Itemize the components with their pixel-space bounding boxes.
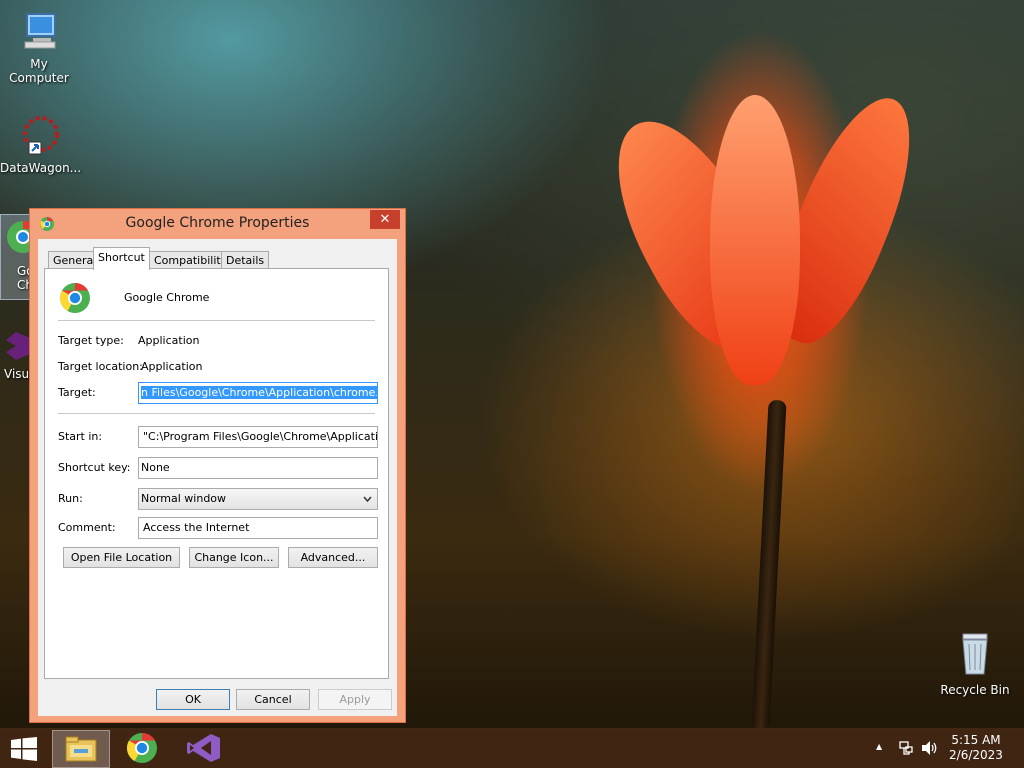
target-label: Target: bbox=[58, 386, 96, 399]
cancel-button[interactable]: Cancel bbox=[236, 689, 310, 710]
target-type-value: Application bbox=[138, 334, 200, 347]
tab-label: Shortcut bbox=[98, 251, 145, 264]
desktop-icon-recycle-bin[interactable]: Recycle Bin bbox=[936, 630, 1014, 697]
tab-compatibility[interactable]: Compatibility bbox=[149, 251, 233, 269]
visual-studio-icon bbox=[6, 332, 30, 360]
change-icon-button[interactable]: Change Icon... bbox=[189, 547, 279, 568]
dialog-title: Google Chrome Properties bbox=[125, 215, 310, 231]
clock[interactable]: 5:15 AM 2/6/2023 bbox=[946, 733, 1006, 763]
ok-button[interactable]: OK bbox=[156, 689, 230, 710]
run-select[interactable]: Normal window bbox=[138, 488, 378, 510]
dialog-titlebar[interactable]: Google Chrome Properties ✕ bbox=[30, 209, 405, 239]
close-button[interactable]: ✕ bbox=[370, 210, 400, 229]
app-name: Google Chrome bbox=[124, 291, 210, 304]
open-file-location-button[interactable]: Open File Location bbox=[63, 547, 180, 568]
desktop-icon-label: DataWagon... bbox=[0, 161, 82, 175]
taskbar-file-explorer[interactable] bbox=[52, 730, 110, 768]
shortcut-key-input[interactable]: None bbox=[138, 457, 378, 479]
start-button[interactable] bbox=[0, 730, 48, 766]
shortcut-key-label: Shortcut key: bbox=[58, 461, 131, 474]
properties-dialog: Google Chrome Properties ✕ General Short… bbox=[29, 208, 406, 723]
comment-label: Comment: bbox=[58, 521, 116, 534]
recycle-bin-icon bbox=[962, 633, 988, 675]
divider bbox=[58, 320, 375, 321]
advanced-button[interactable]: Advanced... bbox=[288, 547, 378, 568]
tab-shortcut[interactable]: Shortcut bbox=[93, 247, 150, 270]
taskbar-chrome[interactable] bbox=[115, 730, 171, 766]
desktop-icon-label: Visua bbox=[4, 367, 30, 381]
dialog-body: General Shortcut Compatibility Details G… bbox=[38, 239, 397, 716]
shortcut-panel: Google Chrome Target type: Application T… bbox=[44, 268, 389, 679]
tab-label: General bbox=[53, 254, 97, 267]
desktop-icon-chrome[interactable]: Go Chr bbox=[0, 214, 32, 300]
clock-date: 2/6/2023 bbox=[949, 748, 1003, 762]
desktop-icon-datawagon[interactable]: DataWagon... bbox=[0, 112, 82, 175]
start-in-label: Start in: bbox=[58, 430, 103, 443]
desktop-icon-visual-studio[interactable]: Visua bbox=[0, 328, 30, 381]
chrome-icon bbox=[126, 733, 157, 763]
computer-icon bbox=[24, 13, 56, 49]
desktop-icon-label: Go Chr bbox=[17, 264, 32, 292]
desktop-icon-label: Recycle Bin bbox=[940, 683, 1010, 697]
wallpaper-stem bbox=[751, 399, 787, 731]
tab-label: Details bbox=[226, 254, 265, 267]
target-type-label: Target type: bbox=[58, 334, 124, 347]
volume-icon[interactable] bbox=[921, 740, 939, 756]
chrome-icon bbox=[59, 283, 90, 313]
clock-time: 5:15 AM bbox=[951, 733, 1001, 747]
run-selected-value: Normal window bbox=[141, 492, 227, 505]
divider bbox=[58, 413, 375, 414]
tab-label: Compatibility bbox=[154, 254, 228, 267]
start-in-input[interactable]: "C:\Program Files\Google\Chrome\Applicat… bbox=[138, 426, 378, 448]
run-label: Run: bbox=[58, 492, 83, 505]
network-icon[interactable] bbox=[898, 740, 914, 756]
close-icon: ✕ bbox=[379, 212, 391, 227]
comment-input[interactable]: Access the Internet bbox=[138, 517, 378, 539]
target-location-value: Application bbox=[141, 360, 203, 373]
taskbar: ▲ 5:15 AM 2/6/2023 bbox=[0, 728, 1024, 768]
desktop-icon-my-computer[interactable]: My Computer bbox=[0, 8, 78, 85]
tray-expand-icon[interactable]: ▲ bbox=[876, 742, 882, 751]
windows-icon bbox=[11, 737, 37, 761]
visual-studio-icon bbox=[187, 734, 220, 762]
chrome-icon bbox=[7, 220, 31, 253]
chevron-down-icon bbox=[363, 496, 372, 503]
datawagon-icon bbox=[23, 116, 59, 155]
target-input[interactable]: n Files\Google\Chrome\Application\chrome… bbox=[138, 382, 378, 404]
target-location-label: Target location: bbox=[58, 360, 143, 373]
apply-button[interactable]: Apply bbox=[318, 689, 392, 710]
tab-details[interactable]: Details bbox=[221, 251, 270, 269]
target-selected-text: n Files\Google\Chrome\Application\chrome… bbox=[141, 386, 377, 399]
taskbar-visual-studio[interactable] bbox=[177, 730, 233, 766]
desktop-icon-label: My Computer bbox=[9, 57, 69, 85]
wallpaper-petal bbox=[710, 95, 800, 385]
folder-icon bbox=[65, 736, 97, 762]
